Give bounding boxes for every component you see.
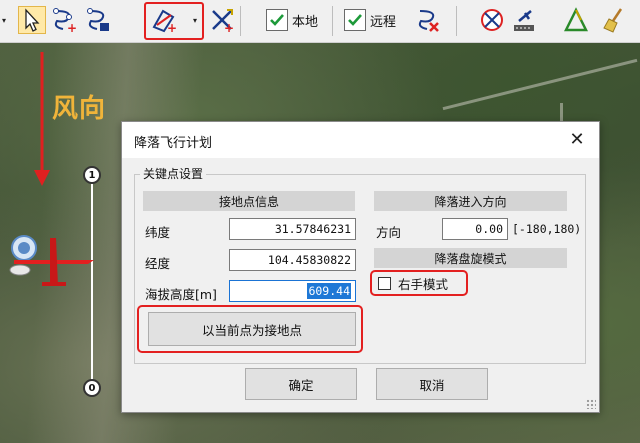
- right-hand-label[interactable]: 右手模式: [398, 274, 448, 293]
- landing-plan-dialog: 降落飞行计划 ✕ 关键点设置 接地点信息 纬度 31.57846231 经度 1…: [121, 121, 600, 413]
- approach-direction-header: 降落进入方向: [374, 191, 567, 211]
- clear-broom-icon[interactable]: [600, 6, 628, 34]
- svg-text:+: +: [67, 21, 77, 33]
- wind-direction-label: 风向: [52, 94, 107, 124]
- altitude-value: 609.44: [307, 283, 351, 299]
- resize-grip[interactable]: [586, 399, 596, 409]
- ok-button[interactable]: 确定: [245, 368, 357, 400]
- landing-plan-dropdown-icon[interactable]: ▾: [193, 16, 197, 25]
- add-route-icon[interactable]: +: [50, 6, 78, 34]
- dialog-titlebar[interactable]: 降落飞行计划 ✕: [122, 122, 599, 158]
- longitude-label: 经度: [145, 256, 171, 271]
- local-label: 本地: [292, 15, 319, 30]
- runway-icon[interactable]: [510, 6, 538, 34]
- longitude-field[interactable]: 104.45830822: [229, 249, 356, 271]
- pointer-select-icon[interactable]: [18, 6, 46, 34]
- set-current-point-button[interactable]: 以当前点为接地点: [148, 312, 356, 346]
- remote-checkbox[interactable]: [344, 9, 366, 31]
- circling-mode-header: 降落盘旋模式: [374, 248, 567, 268]
- toolbar-dropdown-icon[interactable]: ▾: [2, 16, 6, 25]
- delete-route-icon[interactable]: [414, 6, 442, 34]
- measure-angle-icon[interactable]: [562, 6, 590, 34]
- cancel-button[interactable]: 取消: [376, 368, 488, 400]
- landing-plan-icon[interactable]: +: [150, 6, 178, 34]
- svg-text:+: +: [167, 21, 177, 33]
- landing-point-header: 接地点信息: [143, 191, 355, 211]
- group-title: 关键点设置: [140, 165, 207, 182]
- direction-label: 方向: [376, 225, 402, 240]
- local-checkbox[interactable]: [266, 9, 288, 31]
- close-icon[interactable]: ✕: [565, 128, 589, 152]
- no-fly-zone-icon[interactable]: [478, 6, 506, 34]
- dialog-title: 降落飞行计划: [134, 136, 213, 151]
- direction-field[interactable]: 0.00: [442, 218, 508, 240]
- wind-direction-arrow: [34, 52, 50, 186]
- svg-text:+: +: [224, 21, 234, 33]
- waypoint-marker[interactable]: 0: [83, 379, 101, 397]
- add-target-icon[interactable]: +: [208, 6, 236, 34]
- remote-label: 远程: [370, 15, 397, 30]
- route-settings-icon[interactable]: [84, 6, 112, 34]
- direction-range: [-180,180): [512, 222, 582, 236]
- aircraft-icon: [9, 235, 94, 286]
- altitude-label: 海拔高度[m]: [145, 287, 217, 302]
- latitude-label: 纬度: [145, 225, 171, 240]
- toolbar: ▾ + + ▾ + 本地 远程: [0, 0, 640, 43]
- waypoint-marker[interactable]: 1: [83, 166, 101, 184]
- altitude-field[interactable]: 609.44: [229, 280, 356, 302]
- latitude-field[interactable]: 31.57846231: [229, 218, 356, 240]
- right-hand-checkbox[interactable]: [378, 277, 391, 290]
